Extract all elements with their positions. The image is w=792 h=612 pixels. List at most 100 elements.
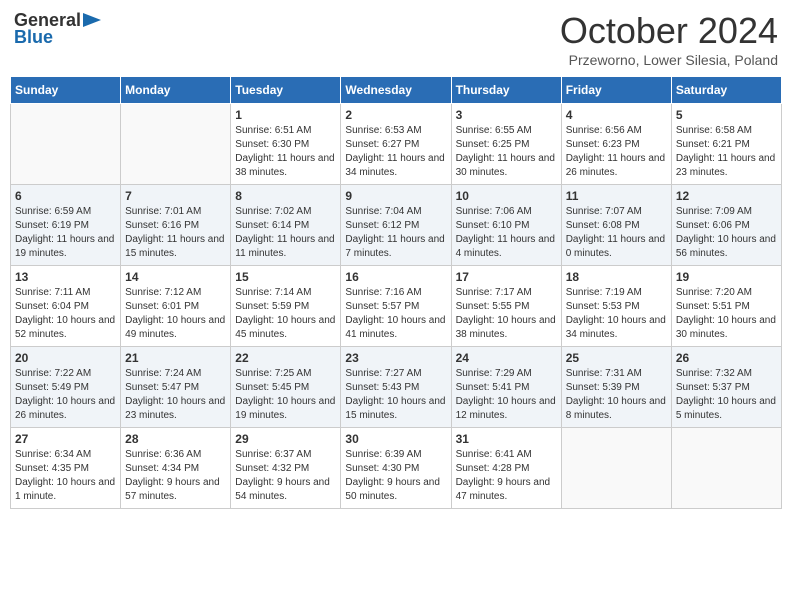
day-info: Sunrise: 6:58 AMSunset: 6:21 PMDaylight:… [676,124,777,180]
calendar-day-cell: 7 Sunrise: 7:01 AMSunset: 6:16 PMDaylight… [121,185,231,266]
day-info: Sunrise: 7:14 AMSunset: 5:59 PMDaylight:… [235,286,336,342]
day-number: 25 [566,351,667,365]
calendar-day-cell: 29 Sunrise: 6:37 AMSunset: 4:32 PMDayligh… [231,428,341,509]
calendar-day-cell: 23 Sunrise: 7:27 AMSunset: 5:43 PMDayligh… [341,347,451,428]
day-number: 6 [15,189,116,203]
day-info: Sunrise: 7:24 AMSunset: 5:47 PMDaylight:… [125,367,226,423]
calendar-week-row: 1Sunrise: 6:51 AMSunset: 6:30 PMDaylight… [11,104,782,185]
day-info: Sunrise: 7:16 AMSunset: 5:57 PMDaylight:… [345,286,446,342]
calendar-day-cell [11,104,121,185]
day-number: 3 [456,108,557,122]
day-info: Sunrise: 6:34 AMSunset: 4:35 PMDaylight:… [15,448,116,504]
day-number: 9 [345,189,446,203]
calendar-day-cell: 1Sunrise: 6:51 AMSunset: 6:30 PMDaylight… [231,104,341,185]
day-number: 30 [345,432,446,446]
calendar-week-row: 27 Sunrise: 6:34 AMSunset: 4:35 PMDayligh… [11,428,782,509]
calendar-day-cell: 24Sunrise: 7:29 AMSunset: 5:41 PMDayligh… [451,347,561,428]
weekday-header: Monday [121,77,231,104]
day-info: Sunrise: 6:36 AMSunset: 4:34 PMDaylight:… [125,448,226,504]
calendar-day-cell: 2 Sunrise: 6:53 AMSunset: 6:27 PMDaylight… [341,104,451,185]
day-info: Sunrise: 6:39 AMSunset: 4:30 PMDaylight:… [345,448,446,504]
calendar-day-cell: 3 Sunrise: 6:55 AMSunset: 6:25 PMDaylight… [451,104,561,185]
calendar-day-cell [121,104,231,185]
calendar-day-cell: 10Sunrise: 7:06 AMSunset: 6:10 PMDayligh… [451,185,561,266]
day-info: Sunrise: 6:55 AMSunset: 6:25 PMDaylight:… [456,124,557,180]
calendar-day-cell [671,428,781,509]
day-info: Sunrise: 7:27 AMSunset: 5:43 PMDaylight:… [345,367,446,423]
calendar-day-cell: 6 Sunrise: 6:59 AMSunset: 6:19 PMDaylight… [11,185,121,266]
weekday-header: Tuesday [231,77,341,104]
calendar-day-cell: 4Sunrise: 6:56 AMSunset: 6:23 PMDaylight… [561,104,671,185]
calendar-day-cell: 19 Sunrise: 7:20 AMSunset: 5:51 PMDayligh… [671,266,781,347]
calendar-day-cell: 9 Sunrise: 7:04 AMSunset: 6:12 PMDaylight… [341,185,451,266]
day-info: Sunrise: 7:01 AMSunset: 6:16 PMDaylight:… [125,205,226,261]
day-info: Sunrise: 7:31 AMSunset: 5:39 PMDaylight:… [566,367,667,423]
day-number: 2 [345,108,446,122]
day-number: 24 [456,351,557,365]
weekday-header: Sunday [11,77,121,104]
day-info: Sunrise: 6:53 AMSunset: 6:27 PMDaylight:… [345,124,446,180]
logo-blue: Blue [14,27,53,48]
weekday-header: Wednesday [341,77,451,104]
calendar-week-row: 20Sunrise: 7:22 AMSunset: 5:49 PMDayligh… [11,347,782,428]
day-info: Sunrise: 7:04 AMSunset: 6:12 PMDaylight:… [345,205,446,261]
day-info: Sunrise: 7:07 AMSunset: 6:08 PMDaylight:… [566,205,667,261]
calendar-table: SundayMondayTuesdayWednesdayThursdayFrid… [10,76,782,509]
calendar-day-cell: 17Sunrise: 7:17 AMSunset: 5:55 PMDayligh… [451,266,561,347]
day-number: 18 [566,270,667,284]
day-info: Sunrise: 7:17 AMSunset: 5:55 PMDaylight:… [456,286,557,342]
weekday-header: Thursday [451,77,561,104]
calendar-day-cell: 14Sunrise: 7:12 AMSunset: 6:01 PMDayligh… [121,266,231,347]
calendar-day-cell: 20Sunrise: 7:22 AMSunset: 5:49 PMDayligh… [11,347,121,428]
day-number: 5 [676,108,777,122]
day-info: Sunrise: 7:22 AMSunset: 5:49 PMDaylight:… [15,367,116,423]
calendar-day-cell: 26 Sunrise: 7:32 AMSunset: 5:37 PMDayligh… [671,347,781,428]
day-number: 28 [125,432,226,446]
day-number: 16 [345,270,446,284]
day-info: Sunrise: 7:06 AMSunset: 6:10 PMDaylight:… [456,205,557,261]
day-number: 14 [125,270,226,284]
day-info: Sunrise: 6:41 AMSunset: 4:28 PMDaylight:… [456,448,557,504]
day-info: Sunrise: 7:02 AMSunset: 6:14 PMDaylight:… [235,205,336,261]
weekday-header: Friday [561,77,671,104]
day-info: Sunrise: 6:51 AMSunset: 6:30 PMDaylight:… [235,124,336,180]
calendar-day-cell: 31Sunrise: 6:41 AMSunset: 4:28 PMDayligh… [451,428,561,509]
day-number: 8 [235,189,336,203]
weekday-header-row: SundayMondayTuesdayWednesdayThursdayFrid… [11,77,782,104]
month-title: October 2024 [560,10,778,52]
calendar-day-cell: 18 Sunrise: 7:19 AMSunset: 5:53 PMDayligh… [561,266,671,347]
day-number: 27 [15,432,116,446]
calendar-day-cell: 8 Sunrise: 7:02 AMSunset: 6:14 PMDaylight… [231,185,341,266]
calendar-day-cell: 21Sunrise: 7:24 AMSunset: 5:47 PMDayligh… [121,347,231,428]
day-info: Sunrise: 6:37 AMSunset: 4:32 PMDaylight:… [235,448,336,504]
calendar-day-cell: 30 Sunrise: 6:39 AMSunset: 4:30 PMDayligh… [341,428,451,509]
day-number: 29 [235,432,336,446]
day-number: 19 [676,270,777,284]
day-number: 13 [15,270,116,284]
day-info: Sunrise: 7:09 AMSunset: 6:06 PMDaylight:… [676,205,777,261]
calendar-day-cell: 16 Sunrise: 7:16 AMSunset: 5:57 PMDayligh… [341,266,451,347]
day-number: 22 [235,351,336,365]
day-number: 4 [566,108,667,122]
day-info: Sunrise: 7:11 AMSunset: 6:04 PMDaylight:… [15,286,116,342]
calendar-day-cell: 22 Sunrise: 7:25 AMSunset: 5:45 PMDayligh… [231,347,341,428]
day-info: Sunrise: 6:59 AMSunset: 6:19 PMDaylight:… [15,205,116,261]
day-number: 26 [676,351,777,365]
logo-flag-icon [83,13,101,27]
calendar-day-cell: 27 Sunrise: 6:34 AMSunset: 4:35 PMDayligh… [11,428,121,509]
day-info: Sunrise: 7:25 AMSunset: 5:45 PMDaylight:… [235,367,336,423]
title-block: October 2024 Przeworno, Lower Silesia, P… [560,10,778,68]
day-number: 7 [125,189,226,203]
calendar-day-cell: 25 Sunrise: 7:31 AMSunset: 5:39 PMDayligh… [561,347,671,428]
calendar-day-cell: 15Sunrise: 7:14 AMSunset: 5:59 PMDayligh… [231,266,341,347]
day-info: Sunrise: 7:19 AMSunset: 5:53 PMDaylight:… [566,286,667,342]
calendar-week-row: 6 Sunrise: 6:59 AMSunset: 6:19 PMDaylight… [11,185,782,266]
day-number: 12 [676,189,777,203]
day-info: Sunrise: 7:20 AMSunset: 5:51 PMDaylight:… [676,286,777,342]
day-info: Sunrise: 7:32 AMSunset: 5:37 PMDaylight:… [676,367,777,423]
calendar-day-cell: 12 Sunrise: 7:09 AMSunset: 6:06 PMDayligh… [671,185,781,266]
day-number: 11 [566,189,667,203]
weekday-header: Saturday [671,77,781,104]
day-number: 23 [345,351,446,365]
calendar-day-cell: 28 Sunrise: 6:36 AMSunset: 4:34 PMDayligh… [121,428,231,509]
